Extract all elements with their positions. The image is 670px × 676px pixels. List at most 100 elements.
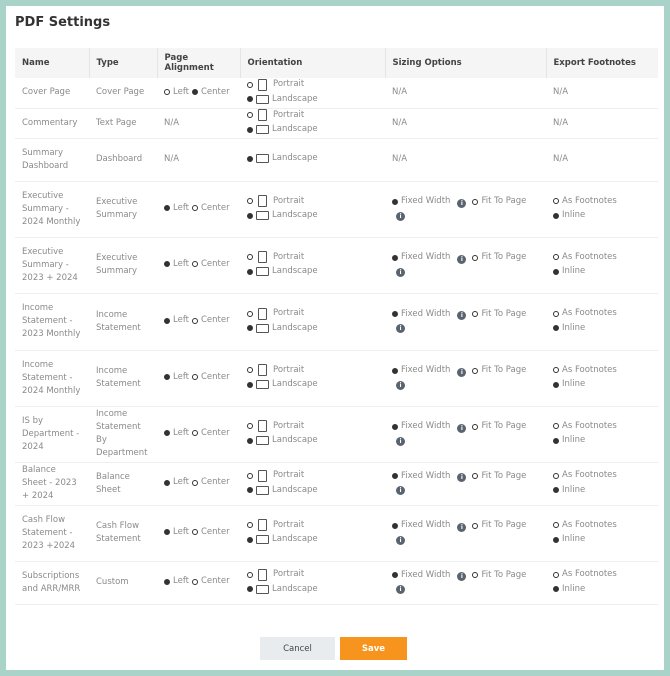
fit-to-page-radio[interactable]: Fit To Page bbox=[472, 420, 526, 433]
align-left-radio[interactable]: Left bbox=[164, 258, 189, 271]
landscape-radio[interactable]: Landscape bbox=[247, 434, 318, 447]
radio-icon bbox=[553, 268, 559, 275]
landscape-radio[interactable]: Landscape bbox=[247, 209, 318, 222]
inline-radio[interactable]: Inline bbox=[553, 322, 585, 335]
fit-to-page-radio[interactable]: Fit To Page bbox=[472, 519, 526, 532]
info-icon[interactable]: i bbox=[457, 254, 467, 264]
align-left-radio[interactable]: Left bbox=[164, 575, 189, 588]
portrait-radio[interactable]: Portrait bbox=[247, 78, 304, 91]
inline-radio[interactable]: Inline bbox=[553, 209, 585, 222]
align-center-radio[interactable]: Center bbox=[192, 427, 230, 440]
landscape-radio[interactable]: Landscape bbox=[247, 123, 318, 136]
landscape-radio[interactable]: Landscape bbox=[247, 533, 318, 546]
fit-to-page-radio[interactable]: Fit To Page bbox=[472, 308, 526, 321]
landscape-radio[interactable]: Landscape bbox=[247, 152, 318, 165]
landscape-radio[interactable]: Landscape bbox=[247, 322, 318, 335]
portrait-radio[interactable]: Portrait bbox=[247, 109, 304, 122]
landscape-radio[interactable]: Landscape bbox=[247, 93, 318, 106]
radio-icon bbox=[192, 430, 198, 437]
align-left-radio[interactable]: Left bbox=[164, 314, 189, 327]
portrait-radio[interactable]: Portrait bbox=[247, 568, 304, 581]
fit-to-page-radio[interactable]: Fit To Page bbox=[472, 569, 526, 582]
portrait-radio[interactable]: Portrait bbox=[247, 307, 304, 320]
as-footnotes-radio[interactable]: As Footnotes bbox=[553, 519, 617, 532]
align-center-radio[interactable]: Center bbox=[192, 526, 230, 539]
info-icon[interactable]: i bbox=[396, 380, 405, 390]
landscape-radio[interactable]: Landscape bbox=[247, 583, 318, 596]
fixed-width-radio[interactable]: Fixed Width bbox=[392, 569, 450, 582]
info-icon[interactable]: i bbox=[396, 585, 405, 595]
as-footnotes-radio[interactable]: As Footnotes bbox=[553, 364, 617, 377]
inline-radio[interactable]: Inline bbox=[553, 434, 585, 447]
sizing-options-cell: N/A bbox=[385, 78, 546, 109]
align-center-radio[interactable]: Center bbox=[192, 86, 230, 99]
fit-to-page-radio[interactable]: Fit To Page bbox=[472, 251, 526, 264]
as-footnotes-radio[interactable]: As Footnotes bbox=[553, 307, 617, 320]
align-left-label: Left bbox=[173, 477, 189, 488]
portrait-radio[interactable]: Portrait bbox=[247, 469, 304, 482]
fit-to-page-label: Fit To Page bbox=[481, 308, 527, 319]
fit-to-page-radio[interactable]: Fit To Page bbox=[472, 470, 526, 483]
as-footnotes-radio[interactable]: As Footnotes bbox=[553, 469, 617, 482]
align-center-radio[interactable]: Center bbox=[192, 258, 230, 271]
portrait-page-icon bbox=[258, 568, 267, 581]
align-left-radio[interactable]: Left bbox=[164, 526, 189, 539]
fixed-width-radio[interactable]: Fixed Width bbox=[392, 470, 450, 483]
fixed-width-radio[interactable]: Fixed Width bbox=[392, 308, 450, 321]
info-icon[interactable]: i bbox=[396, 486, 405, 496]
align-left-radio[interactable]: Left bbox=[164, 202, 189, 215]
info-icon[interactable]: i bbox=[396, 211, 405, 221]
info-icon[interactable]: i bbox=[396, 535, 405, 545]
inline-radio[interactable]: Inline bbox=[553, 265, 585, 278]
as-footnotes-radio[interactable]: As Footnotes bbox=[553, 420, 617, 433]
info-icon[interactable]: i bbox=[457, 473, 467, 483]
inline-label: Inline bbox=[562, 266, 586, 276]
info-icon[interactable]: i bbox=[457, 367, 467, 377]
inline-radio[interactable]: Inline bbox=[553, 378, 585, 391]
fixed-width-radio[interactable]: Fixed Width bbox=[392, 251, 450, 264]
info-icon[interactable]: i bbox=[457, 423, 467, 433]
inline-radio[interactable]: Inline bbox=[553, 484, 585, 497]
as-footnotes-radio[interactable]: As Footnotes bbox=[553, 195, 617, 208]
info-icon[interactable]: i bbox=[457, 572, 467, 582]
fixed-width-radio[interactable]: Fixed Width bbox=[392, 195, 450, 208]
radio-icon bbox=[247, 472, 253, 479]
fixed-width-radio[interactable]: Fixed Width bbox=[392, 364, 450, 377]
cancel-button[interactable]: Cancel bbox=[260, 637, 335, 660]
portrait-radio[interactable]: Portrait bbox=[247, 195, 304, 208]
as-footnotes-label: As Footnotes bbox=[562, 470, 617, 480]
portrait-radio[interactable]: Portrait bbox=[247, 420, 304, 433]
portrait-radio[interactable]: Portrait bbox=[247, 519, 304, 532]
inline-radio[interactable]: Inline bbox=[553, 583, 585, 596]
fit-to-page-radio[interactable]: Fit To Page bbox=[472, 195, 526, 208]
info-icon[interactable]: i bbox=[396, 436, 405, 446]
fixed-width-radio[interactable]: Fixed Width bbox=[392, 519, 450, 532]
align-left-radio[interactable]: Left bbox=[164, 427, 189, 440]
landscape-radio[interactable]: Landscape bbox=[247, 265, 318, 278]
inline-radio[interactable]: Inline bbox=[553, 533, 585, 546]
align-center-radio[interactable]: Center bbox=[192, 476, 230, 489]
fit-to-page-radio[interactable]: Fit To Page bbox=[472, 364, 526, 377]
align-left-radio[interactable]: Left bbox=[164, 476, 189, 489]
info-icon[interactable]: i bbox=[396, 267, 405, 277]
as-footnotes-radio[interactable]: As Footnotes bbox=[553, 251, 617, 264]
align-center-radio[interactable]: Center bbox=[192, 314, 230, 327]
info-icon[interactable]: i bbox=[396, 324, 405, 334]
info-icon[interactable]: i bbox=[457, 198, 467, 208]
sizing-options-cell: Fixed Width i Fit To Page i bbox=[385, 406, 546, 463]
info-icon[interactable]: i bbox=[457, 522, 467, 532]
save-button[interactable]: Save bbox=[340, 637, 407, 660]
align-center-radio[interactable]: Center bbox=[192, 202, 230, 215]
portrait-radio[interactable]: Portrait bbox=[247, 251, 304, 264]
pdf-settings-dialog: PDF Settings Name Type Page Alignment Or… bbox=[6, 6, 664, 670]
align-left-radio[interactable]: Left bbox=[164, 371, 189, 384]
align-left-radio[interactable]: Left bbox=[164, 86, 189, 99]
fixed-width-radio[interactable]: Fixed Width bbox=[392, 420, 450, 433]
as-footnotes-radio[interactable]: As Footnotes bbox=[553, 568, 617, 581]
landscape-radio[interactable]: Landscape bbox=[247, 484, 318, 497]
info-icon[interactable]: i bbox=[457, 311, 467, 321]
align-center-radio[interactable]: Center bbox=[192, 575, 230, 588]
landscape-radio[interactable]: Landscape bbox=[247, 378, 318, 391]
portrait-radio[interactable]: Portrait bbox=[247, 364, 304, 377]
align-center-radio[interactable]: Center bbox=[192, 371, 230, 384]
